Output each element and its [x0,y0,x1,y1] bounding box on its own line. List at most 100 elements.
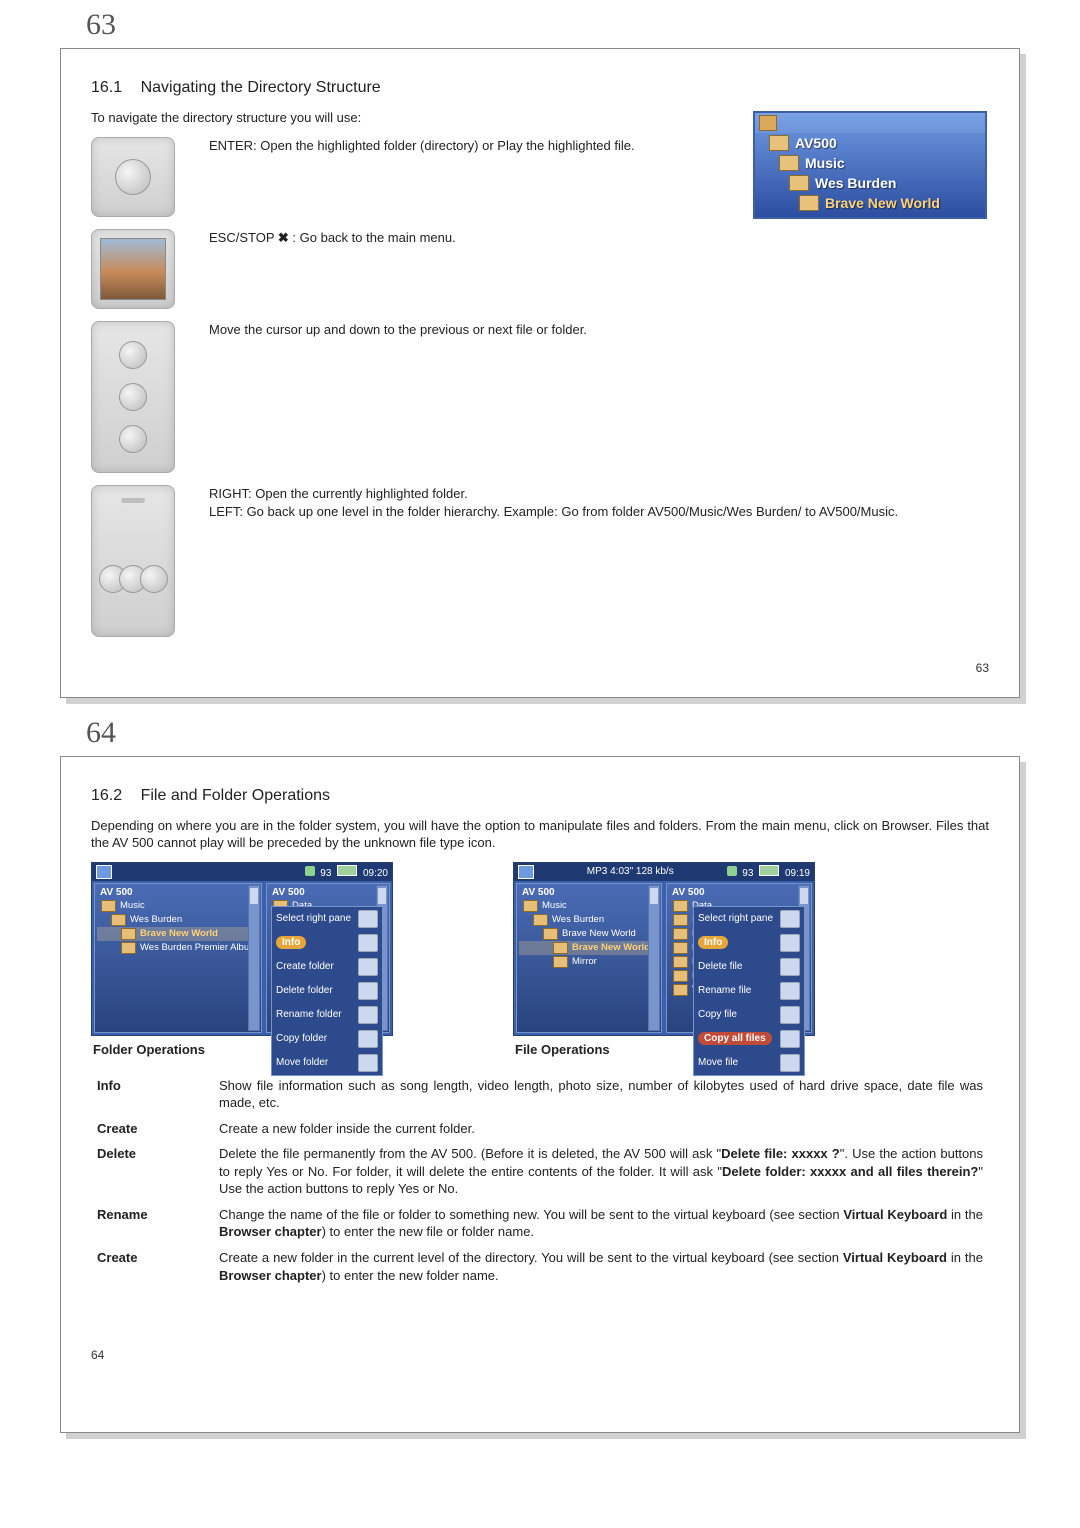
table-row: RenameChange the name of the file or fol… [91,1202,989,1245]
page-footer-64: 64 [91,1348,989,1362]
menu-item[interactable]: Delete folder [272,979,382,1003]
section-heading-16-1: 16.1 Navigating the Directory Structure [91,79,989,97]
enter-button-illustration [91,137,175,217]
right-pane: AV 500 DataInfoMoptMusiPictuPlaylVideo S… [266,883,390,1033]
folder-icon [553,956,568,968]
path-wes-burden: Wes Burden [755,173,985,193]
menu-item-icon [358,934,378,952]
file-browser: MP3 4:03" 128 kb/s 93 09:19 AV 500 Music… [513,862,815,1036]
folder-icon [101,900,116,912]
updown-button-illustration [91,321,175,473]
window-icon [759,115,777,131]
menu-item[interactable]: Info [272,931,382,955]
op-name: Info [91,1073,213,1116]
list-item[interactable]: Mirror [519,955,659,969]
page-number-64: 64 [86,716,1080,750]
menu-item[interactable]: Info [694,931,804,955]
folder-icon [121,928,136,940]
x-icon: ✖ [278,230,289,245]
window-icon [96,865,112,879]
right-pane: AV 500 DataInfoMoptMusiPictuPlaylVideo S… [666,883,812,1033]
menu-item[interactable]: Copy file [694,1003,804,1027]
folder-icon [533,914,548,926]
section-num: 16.1 [91,79,122,96]
titlebar: 93 09:20 [92,863,392,881]
table-row: CreateCreate a new folder in the current… [91,1245,989,1288]
folder-icon [673,970,688,982]
enter-desc: ENTER: Open the highlighted folder (dire… [209,137,639,156]
menu-item-icon [358,910,378,928]
menu-item[interactable]: Rename file [694,979,804,1003]
folder-icon [673,984,688,996]
menu-item[interactable]: Select right pane [694,907,804,931]
menu-item[interactable]: Copy folder [272,1027,382,1051]
pane-header: AV 500 [97,886,259,899]
esc-button-illustration [91,229,175,309]
table-row: InfoShow file information such as song l… [91,1073,989,1116]
folder-icon [111,914,126,926]
op-desc: Show file information such as song lengt… [213,1073,989,1116]
control-updown: Move the cursor up and down to the previ… [91,321,989,473]
battery-pct: 93 [320,868,331,879]
op-name: Create [91,1116,213,1142]
pane-header: AV 500 [669,886,809,899]
menu-item-icon [358,1054,378,1072]
pane-header: AV 500 [269,886,387,899]
folder-icon [673,956,688,968]
list-item[interactable]: Wes Burden [519,913,659,927]
leftright-desc: RIGHT: Open the currently highlighted fo… [209,485,989,523]
title-text: MP3 4:03" 128 kb/s [587,866,674,877]
menu-item-icon [358,958,378,976]
folder-icon [779,155,799,171]
battery-icon [759,865,779,876]
folder-icon [789,175,809,191]
menu-item-icon [358,982,378,1000]
folder-icon [673,914,688,926]
menu-item[interactable]: Select right pane [272,907,382,931]
menu-item[interactable]: Move file [694,1051,804,1075]
control-enter: ENTER: Open the highlighted folder (dire… [91,137,739,217]
control-leftright: RIGHT: Open the currently highlighted fo… [91,485,989,637]
page-63: 16.1 Navigating the Directory Structure … [60,48,1020,698]
updown-desc: Move the cursor up and down to the previ… [209,321,989,340]
folder-icon [673,942,688,954]
section-title: Navigating the Directory Structure [141,79,381,96]
folder-browser-block: 93 09:20 AV 500 MusicWes BurdenBrave New… [91,862,393,1067]
op-desc: Change the name of the file or folder to… [213,1202,989,1245]
path-brave-new-world: Brave New World [755,193,985,213]
scrollbar[interactable] [648,885,660,1031]
menu-item[interactable]: Delete file [694,955,804,979]
page-64: 16.2 File and Folder Operations Dependin… [60,756,1020,1434]
section-title: File and Folder Operations [141,787,330,804]
list-item[interactable]: Wes Burden Premier Album [97,941,259,955]
menu-item-icon [358,1006,378,1024]
menu-item[interactable]: Create folder [272,955,382,979]
list-item[interactable]: Wes Burden [97,913,259,927]
left-pane: AV 500 MusicWes BurdenBrave New WorldWes… [94,883,262,1033]
op-name: Delete [91,1141,213,1202]
menu-item[interactable]: Move folder [272,1051,382,1075]
table-row: DeleteDelete the file permanently from t… [91,1141,989,1202]
folder-browser: 93 09:20 AV 500 MusicWes BurdenBrave New… [91,862,393,1036]
folder-icon [673,900,688,912]
scrollbar[interactable] [248,885,260,1031]
file-browser-block: MP3 4:03" 128 kb/s 93 09:19 AV 500 Music… [513,862,815,1067]
file-context-menu: Select right paneInfoDelete fileRename f… [693,906,805,1076]
list-item[interactable]: Brave New World [97,927,259,941]
op-name: Rename [91,1202,213,1245]
list-item[interactable]: Music [519,899,659,913]
browser-screenshots-row: 93 09:20 AV 500 MusicWes BurdenBrave New… [91,862,989,1067]
menu-item[interactable]: Copy all files [694,1027,804,1051]
folder-icon [769,135,789,151]
list-item[interactable]: Brave New World [519,941,659,955]
list-item[interactable]: Brave New World [519,927,659,941]
folder-icon [543,928,558,940]
menu-item[interactable]: Rename folder [272,1003,382,1027]
folder-icon [523,900,538,912]
pane-header: AV 500 [519,886,659,899]
menu-item-icon [780,1054,800,1072]
list-item[interactable]: Music [97,899,259,913]
path-music: Music [755,153,985,173]
menu-item-icon [780,958,800,976]
section-num: 16.2 [91,787,122,804]
